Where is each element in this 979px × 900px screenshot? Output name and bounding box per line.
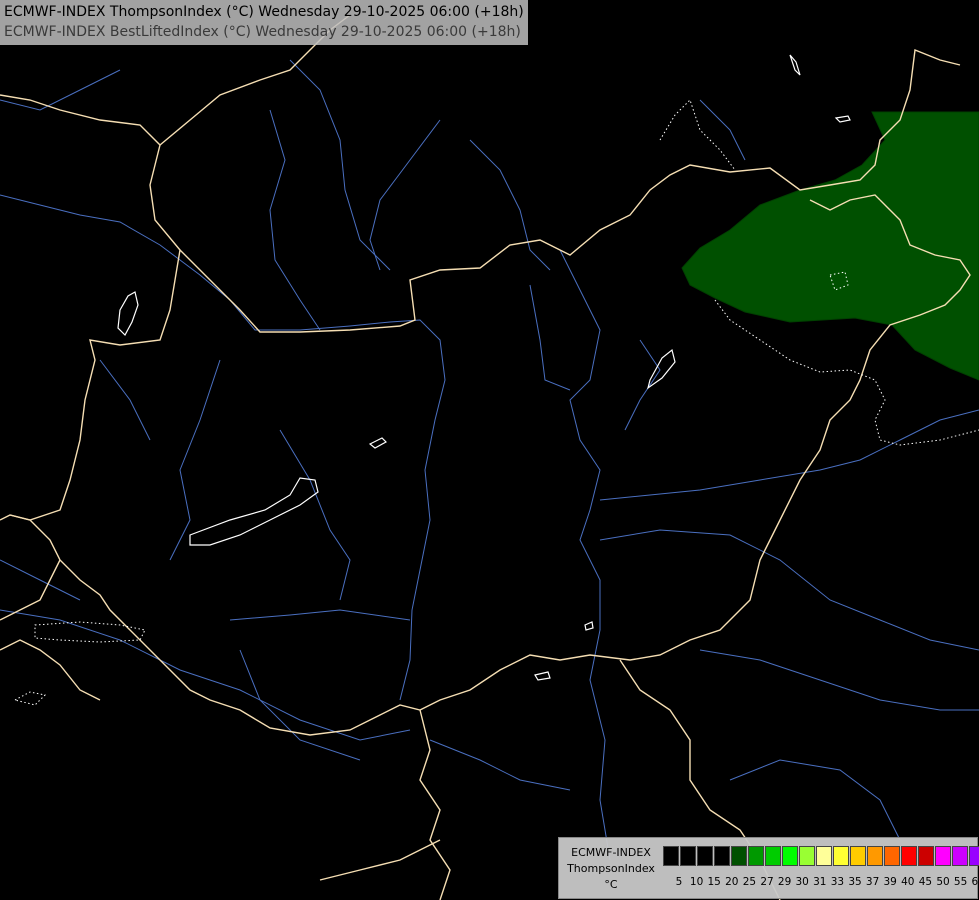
legend-swatch [969, 846, 979, 866]
legend-swatch [867, 846, 883, 866]
legend-tick-label: 55 [953, 876, 968, 888]
legend-model: ECMWF-INDEX [571, 846, 651, 859]
legend-swatch [765, 846, 781, 866]
legend-swatch [901, 846, 917, 866]
legend-swatch [884, 846, 900, 866]
legend-swatch [833, 846, 849, 866]
legend-tick-label: 5 [675, 876, 683, 888]
legend-tick-label: 29 [777, 876, 792, 888]
weather-map [0, 14, 979, 900]
legend-tick-label: 27 [760, 876, 774, 888]
rivers [0, 59, 979, 861]
legend-swatch [935, 846, 951, 866]
map-title-box: ECMWF-INDEX ThompsonIndex (°C) Wednesday… [0, 0, 528, 45]
legend-tick-label: 33 [830, 876, 845, 888]
legend-tick-label: 39 [883, 876, 897, 888]
legend-tick-label: 50 [936, 876, 950, 888]
legend-swatch [918, 846, 934, 866]
legend-tick-label: 20 [725, 876, 739, 888]
legend-tick-label: 10 [689, 876, 704, 888]
legend-swatch [952, 846, 968, 866]
legend-swatch [680, 846, 696, 866]
legend-unit: °C [604, 878, 618, 891]
legend-tick-label: 40 [901, 876, 915, 888]
legend-tick-label: 45 [918, 876, 933, 888]
thompson-index-shading [681, 111, 979, 381]
legend-swatch [799, 846, 815, 866]
legend-tick-label: 37 [865, 876, 880, 888]
legend-ticks: 5 1015 2025272930 3133353739 4045505560 [663, 876, 979, 890]
map-title-lifted: ECMWF-INDEX BestLiftedIndex (°C) Wednesd… [4, 24, 521, 40]
legend-parameter: ThompsonIndex [567, 862, 655, 875]
legend-tick-label: 35 [848, 876, 862, 888]
legend-swatch [816, 846, 832, 866]
legend-swatch [714, 846, 730, 866]
legend-tick-label: 30 [795, 876, 809, 888]
legend-tick-label: 25 [742, 876, 757, 888]
legend-swatch [850, 846, 866, 866]
legend-swatch [782, 846, 798, 866]
legend-swatch [697, 846, 713, 866]
legend-tick-label: 31 [813, 876, 827, 888]
lakes [117, 54, 851, 681]
legend-swatch [748, 846, 764, 866]
legend-tick-label: 15 [707, 876, 721, 888]
legend-swatches [663, 846, 979, 866]
color-legend: ECMWF-INDEX ThompsonIndex °C 5 10 15 20 25 27… [558, 837, 979, 899]
legend-swatch [731, 846, 747, 866]
legend-tick-label: 60 [971, 876, 979, 888]
legend-swatch [663, 846, 679, 866]
map-title-thompson: ECMWF-INDEX ThompsonIndex (°C) Wednesday… [4, 4, 524, 20]
